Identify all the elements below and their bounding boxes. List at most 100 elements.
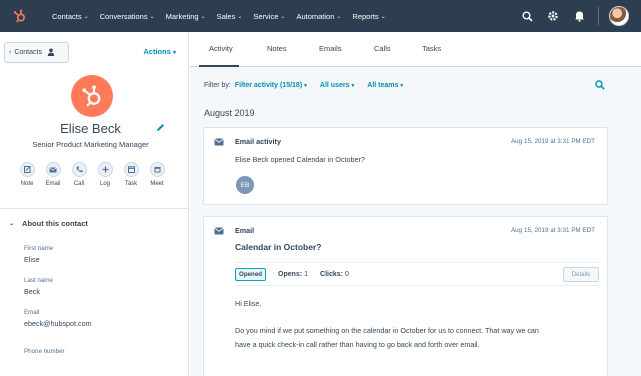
back-to-contacts-button[interactable]: ‹ Contacts	[4, 42, 69, 63]
bell-icon[interactable]	[572, 9, 586, 23]
clicks-count: Clicks: 0	[320, 271, 349, 278]
nav-reports-label: Reports	[352, 11, 379, 21]
email-stats-row: Opened Opens: 1 Clicks: 0 Details	[235, 262, 601, 286]
contact-avatar	[71, 75, 113, 117]
search-icon[interactable]	[595, 80, 605, 92]
nav-sales[interactable]: Sales ⌄	[217, 12, 243, 21]
nav-automation[interactable]: Automation ⌄	[296, 12, 341, 21]
chevron-down-icon: ▾	[351, 83, 355, 89]
gear-icon[interactable]	[546, 9, 560, 23]
about-section-toggle[interactable]: ⌄ About this contact	[9, 219, 88, 228]
chevron-down-icon: ⌄	[9, 221, 15, 227]
user-avatar[interactable]	[609, 6, 629, 26]
clicks-label: Clicks:	[320, 270, 343, 278]
opens-value: 1	[304, 270, 309, 278]
email-greeting: Hi Elise,	[235, 299, 262, 308]
details-button[interactable]: Details	[563, 267, 599, 282]
call-action-button[interactable]: Call	[66, 162, 92, 187]
note-action-button[interactable]: Note	[14, 162, 40, 187]
filter-activity-label: Filter activity (15/18)	[234, 82, 303, 89]
email-body-line: Do you mind if we put something on the c…	[235, 326, 539, 335]
nav-conversations[interactable]: Conversations ⌄	[100, 12, 155, 21]
pencil-edit-icon[interactable]	[156, 123, 165, 134]
person-icon	[47, 48, 55, 58]
task-action-button[interactable]: Task	[118, 162, 144, 187]
email-icon	[214, 138, 224, 148]
opens-label: Opens:	[278, 270, 303, 278]
filter-users-label: All users	[319, 82, 350, 89]
note-action-label: Note	[20, 181, 34, 187]
email-subject[interactable]: Calendar in October?	[235, 242, 321, 252]
nav-marketing[interactable]: Marketing ⌄	[166, 12, 206, 21]
chevron-down-icon: ⌄	[237, 13, 243, 20]
nav-reports[interactable]: Reports ⌄	[352, 12, 385, 21]
filter-teams-dropdown[interactable]: All teams ▾	[367, 82, 403, 89]
hubspot-sprocket-icon	[82, 85, 101, 107]
filter-users-dropdown[interactable]: All users ▾	[320, 82, 354, 89]
email-action-button[interactable]: Email	[40, 162, 66, 187]
active-tab-indicator	[199, 65, 239, 67]
meet-action-button[interactable]: Meet	[144, 162, 170, 187]
tab-tasks[interactable]: Tasks	[422, 44, 441, 53]
contact-name: Elise Beck	[60, 121, 121, 136]
chevron-down-icon: ▾	[400, 83, 404, 89]
property-label: First name	[24, 245, 54, 252]
tab-calls[interactable]: Calls	[374, 44, 391, 53]
task-icon	[123, 162, 139, 177]
chevron-down-icon: ⌄	[280, 13, 286, 20]
quick-actions-bar: Note Email Call Log Task Meet	[14, 162, 170, 187]
property-phone-number[interactable]: Phone number	[24, 348, 65, 358]
property-value: Elise	[24, 255, 40, 264]
opens-count: Opens: 1	[278, 271, 308, 278]
activity-card-email-activity[interactable]: Email activity Aug 15, 2019 at 3:31 PM E…	[203, 127, 608, 205]
tab-activity[interactable]: Activity	[209, 44, 233, 53]
clicks-value: 0	[344, 270, 349, 278]
chevron-down-icon: ⌄	[380, 13, 386, 20]
top-navigation: Contacts ⌄ Conversations ⌄ Marketing ⌄ Sale…	[0, 0, 641, 32]
activity-type: Email	[235, 226, 255, 235]
meet-icon	[149, 162, 165, 177]
property-label: Last name	[24, 277, 53, 284]
opened-status-badge: Opened	[235, 267, 267, 281]
email-icon	[214, 227, 224, 237]
property-last-name[interactable]: Last name Beck	[24, 277, 53, 296]
property-first-name[interactable]: First name Elise	[24, 245, 53, 264]
nav-conversations-label: Conversations	[99, 11, 148, 21]
nav-marketing-label: Marketing	[165, 11, 199, 21]
activity-card-email[interactable]: Email Aug 15, 2019 at 3:31 PM EDT Calend…	[203, 216, 608, 376]
log-action-button[interactable]: Log	[92, 162, 118, 187]
nav-service[interactable]: Service ⌄	[253, 12, 285, 21]
chevron-down-icon: ⌄	[149, 13, 155, 20]
filter-activity-dropdown[interactable]: Filter activity (15/18) ▾	[235, 82, 307, 89]
activity-panel: Activity Notes Emails Calls Tasks Filter…	[190, 32, 641, 376]
property-value: ebeck@hubspot.com	[24, 319, 92, 328]
actions-dropdown[interactable]: Actions ▾	[143, 47, 176, 56]
activity-timestamp: Aug 15, 2019 at 3:31 PM EDT	[510, 138, 595, 145]
tab-emails[interactable]: Emails	[319, 44, 342, 53]
nav-divider	[598, 7, 599, 25]
sidebar-divider	[0, 208, 189, 209]
contact-initials-avatar: EB	[236, 176, 254, 194]
tab-notes[interactable]: Notes	[267, 44, 287, 53]
property-label: Phone number	[24, 348, 65, 355]
property-email[interactable]: Email ebeck@hubspot.com	[24, 309, 92, 328]
chevron-down-icon: ⌄	[336, 13, 342, 20]
chevron-down-icon: ▾	[304, 83, 307, 89]
back-button-label: Contacts	[14, 49, 42, 56]
nav-automation-label: Automation	[296, 11, 335, 21]
filter-label: Filter by:	[204, 82, 231, 89]
hubspot-logo-icon[interactable]	[13, 9, 27, 23]
call-action-label: Call	[73, 181, 85, 187]
call-icon	[71, 162, 87, 177]
nav-contacts[interactable]: Contacts ⌄	[52, 12, 89, 21]
chevron-down-icon: ▾	[172, 50, 176, 56]
log-action-label: Log	[99, 181, 110, 187]
contact-sidebar: ‹ Contacts Actions ▾ Elise Beck Senior P…	[0, 32, 189, 376]
search-icon[interactable]	[520, 9, 534, 23]
email-icon	[45, 162, 61, 177]
activity-description: Elise Beck opened Calendar in October?	[235, 155, 365, 164]
task-action-label: Task	[124, 181, 138, 187]
note-icon	[19, 162, 35, 177]
property-label: Email	[24, 309, 40, 316]
email-body-line: have a quick check-in call rather than h…	[235, 340, 480, 349]
